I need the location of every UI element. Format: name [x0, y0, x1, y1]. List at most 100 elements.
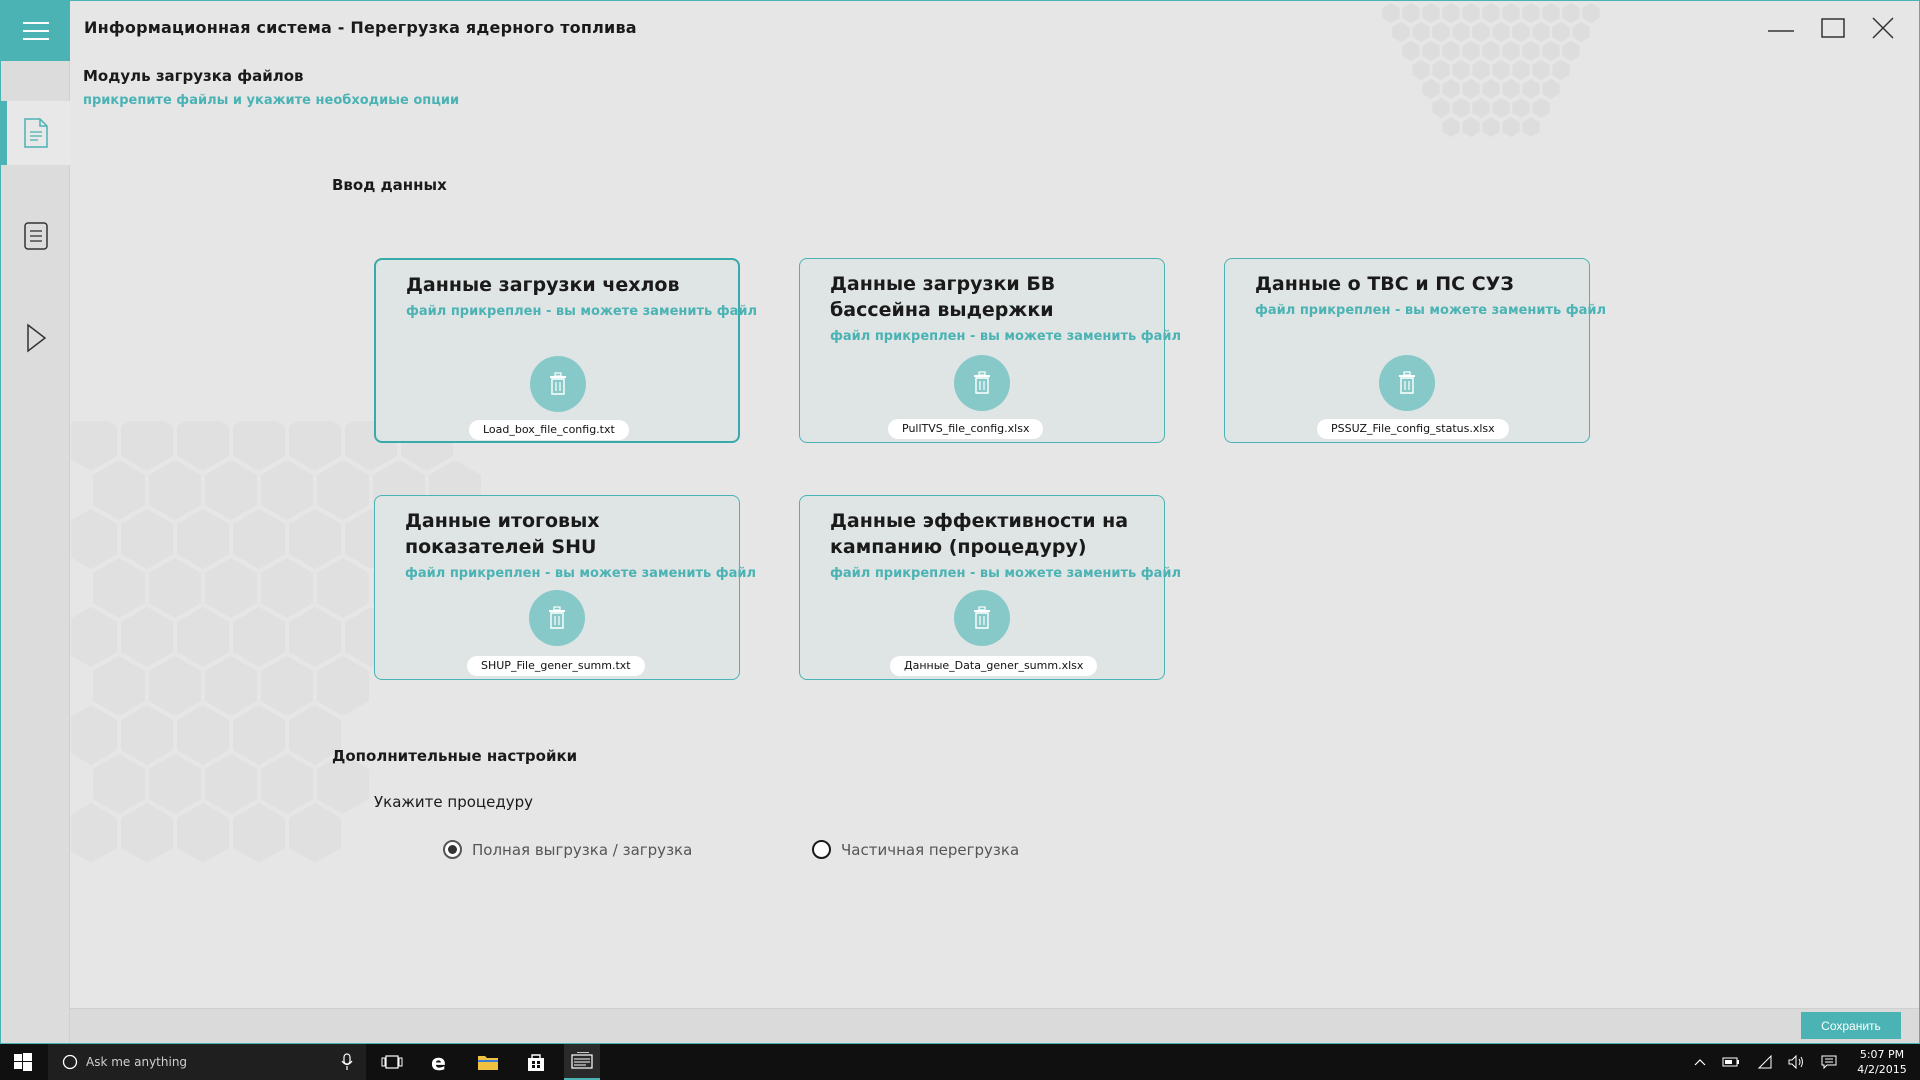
- save-button[interactable]: Сохранить: [1801, 1012, 1901, 1039]
- minimize-button[interactable]: [1761, 11, 1801, 45]
- card-title: Данные загрузки БВ бассейна выдержки: [830, 273, 1056, 321]
- card-title: Данные загрузки чехлов: [406, 274, 680, 296]
- upload-card-shu[interactable]: Данные итоговых показателей SHU файл при…: [374, 495, 756, 680]
- hexagon-shape: [1562, 41, 1580, 61]
- upload-card-load-box[interactable]: Данные загрузки чехлов файл прикреплен -…: [374, 258, 757, 443]
- hexagon-shape: [1542, 79, 1560, 99]
- start-button[interactable]: [0, 1044, 46, 1080]
- hexagon-shape: [177, 705, 229, 765]
- upload-card-pool[interactable]: Данные загрузки БВ бассейна выдержки фай…: [799, 258, 1181, 443]
- hexagon-shape: [1482, 41, 1500, 61]
- hexagon-shape: [1402, 3, 1420, 23]
- close-button[interactable]: [1863, 11, 1903, 45]
- trash-icon: [549, 606, 565, 629]
- action-center-button[interactable]: [1816, 1044, 1842, 1080]
- network-button[interactable]: [1752, 1044, 1778, 1080]
- hexagon-shape: [1442, 79, 1460, 99]
- edge-browser-button[interactable]: e: [422, 1044, 458, 1080]
- active-app-button[interactable]: [564, 1044, 600, 1080]
- hexagon-shape: [233, 509, 285, 569]
- module-title: Модуль загрузка файлов: [83, 67, 304, 85]
- hexagon-shape: [1452, 22, 1470, 42]
- hexagon-shape: [177, 421, 229, 471]
- hexagon-shape: [1502, 3, 1520, 23]
- upload-card-efficiency[interactable]: Данные эффективности на кампанию (процед…: [799, 495, 1181, 680]
- hexagon-shape: [1492, 98, 1510, 118]
- hexagon-shape: [1512, 98, 1530, 118]
- list-icon: [23, 222, 48, 250]
- hexagon-shape: [1482, 79, 1500, 99]
- battery-button[interactable]: [1718, 1044, 1744, 1080]
- hexagon-shape: [1462, 79, 1480, 99]
- hexagon-shape: [121, 803, 173, 863]
- hexagon-shape: [121, 509, 173, 569]
- hexagon-shape: [289, 421, 341, 471]
- hexagon-shape: [1432, 98, 1450, 118]
- hexagon-shape: [233, 607, 285, 667]
- store-button[interactable]: [518, 1044, 554, 1080]
- hexagon-decoration-top: [1382, 3, 1600, 137]
- hexagon-shape: [205, 656, 257, 716]
- microphone-icon[interactable]: [340, 1053, 354, 1071]
- upload-card-tvs[interactable]: Данные о ТВС и ПС СУЗ файл прикреплен - …: [1224, 258, 1606, 443]
- radio-full-reload[interactable]: Полная выгрузка / загрузка: [443, 840, 692, 859]
- hexagon-shape: [1382, 3, 1400, 23]
- hexagon-shape: [1412, 60, 1430, 80]
- taskbar-search-box[interactable]: Ask me anything: [48, 1044, 366, 1080]
- radio-button-checked[interactable]: [443, 840, 462, 859]
- hexagon-shape: [261, 460, 313, 520]
- task-view-icon: [381, 1055, 403, 1069]
- hexagon-shape: [233, 421, 285, 471]
- clock-time: 5:07 PM: [1859, 1048, 1905, 1061]
- show-hidden-icons-button[interactable]: [1690, 1044, 1710, 1080]
- clock-date: 4/2/2015: [1857, 1063, 1907, 1076]
- attached-file-name: Данные_Data_gener_summ.xlsx: [890, 656, 1098, 676]
- delete-file-button[interactable]: [954, 355, 1010, 411]
- task-view-button[interactable]: [374, 1044, 410, 1080]
- hexagon-shape: [149, 460, 201, 520]
- hexagon-shape: [1402, 41, 1420, 61]
- hexagon-shape: [1492, 22, 1510, 42]
- hexagon-shape: [1442, 117, 1460, 137]
- hexagon-shape: [1432, 22, 1450, 42]
- maximize-button[interactable]: [1813, 11, 1853, 45]
- hexagon-shape: [121, 607, 173, 667]
- hexagon-shape: [1512, 60, 1530, 80]
- chevron-up-icon: [1694, 1059, 1706, 1066]
- hexagon-shape: [1502, 79, 1520, 99]
- radio-label: Частичная перегрузка: [841, 840, 1020, 859]
- hexagon-shape: [233, 705, 285, 765]
- file-explorer-button[interactable]: [470, 1044, 506, 1080]
- hexagon-shape: [289, 607, 341, 667]
- sidebar-item-list[interactable]: [1, 204, 70, 268]
- battery-icon: [1722, 1057, 1739, 1067]
- delete-file-button[interactable]: [954, 590, 1010, 646]
- hexagon-shape: [1392, 22, 1410, 42]
- hamburger-menu-button[interactable]: [1, 1, 70, 61]
- delete-file-button[interactable]: [530, 356, 586, 412]
- hexagon-shape: [289, 509, 341, 569]
- hexagon-shape: [317, 558, 369, 618]
- taskbar-clock[interactable]: 5:07 PM 4/2/2015: [1848, 1047, 1916, 1077]
- hexagon-shape: [177, 509, 229, 569]
- volume-button[interactable]: [1784, 1044, 1810, 1080]
- delete-file-button[interactable]: [529, 590, 585, 646]
- hexagon-shape: [93, 656, 145, 716]
- edge-browser-icon: e: [431, 1051, 446, 1073]
- hexagon-shape: [1522, 3, 1540, 23]
- search-circle-icon: [62, 1054, 78, 1070]
- delete-file-button[interactable]: [1379, 355, 1435, 411]
- hexagon-shape: [1442, 41, 1460, 61]
- notification-icon: [1821, 1055, 1837, 1069]
- sidebar-item-documents[interactable]: [1, 101, 70, 165]
- hexagon-shape: [1552, 22, 1570, 42]
- hexagon-shape: [1452, 60, 1470, 80]
- sidebar-item-run[interactable]: [1, 306, 70, 370]
- hexagon-shape: [149, 754, 201, 814]
- app-window: Информационная система - Перегрузка ядер…: [0, 0, 1920, 1044]
- radio-partial-reload[interactable]: Частичная перегрузка: [812, 840, 1019, 859]
- radio-dot: [448, 845, 457, 854]
- radio-button-unchecked[interactable]: [812, 840, 831, 859]
- hexagon-shape: [289, 803, 341, 863]
- attached-file-name: PSSUZ_File_config_status.xlsx: [1317, 419, 1509, 439]
